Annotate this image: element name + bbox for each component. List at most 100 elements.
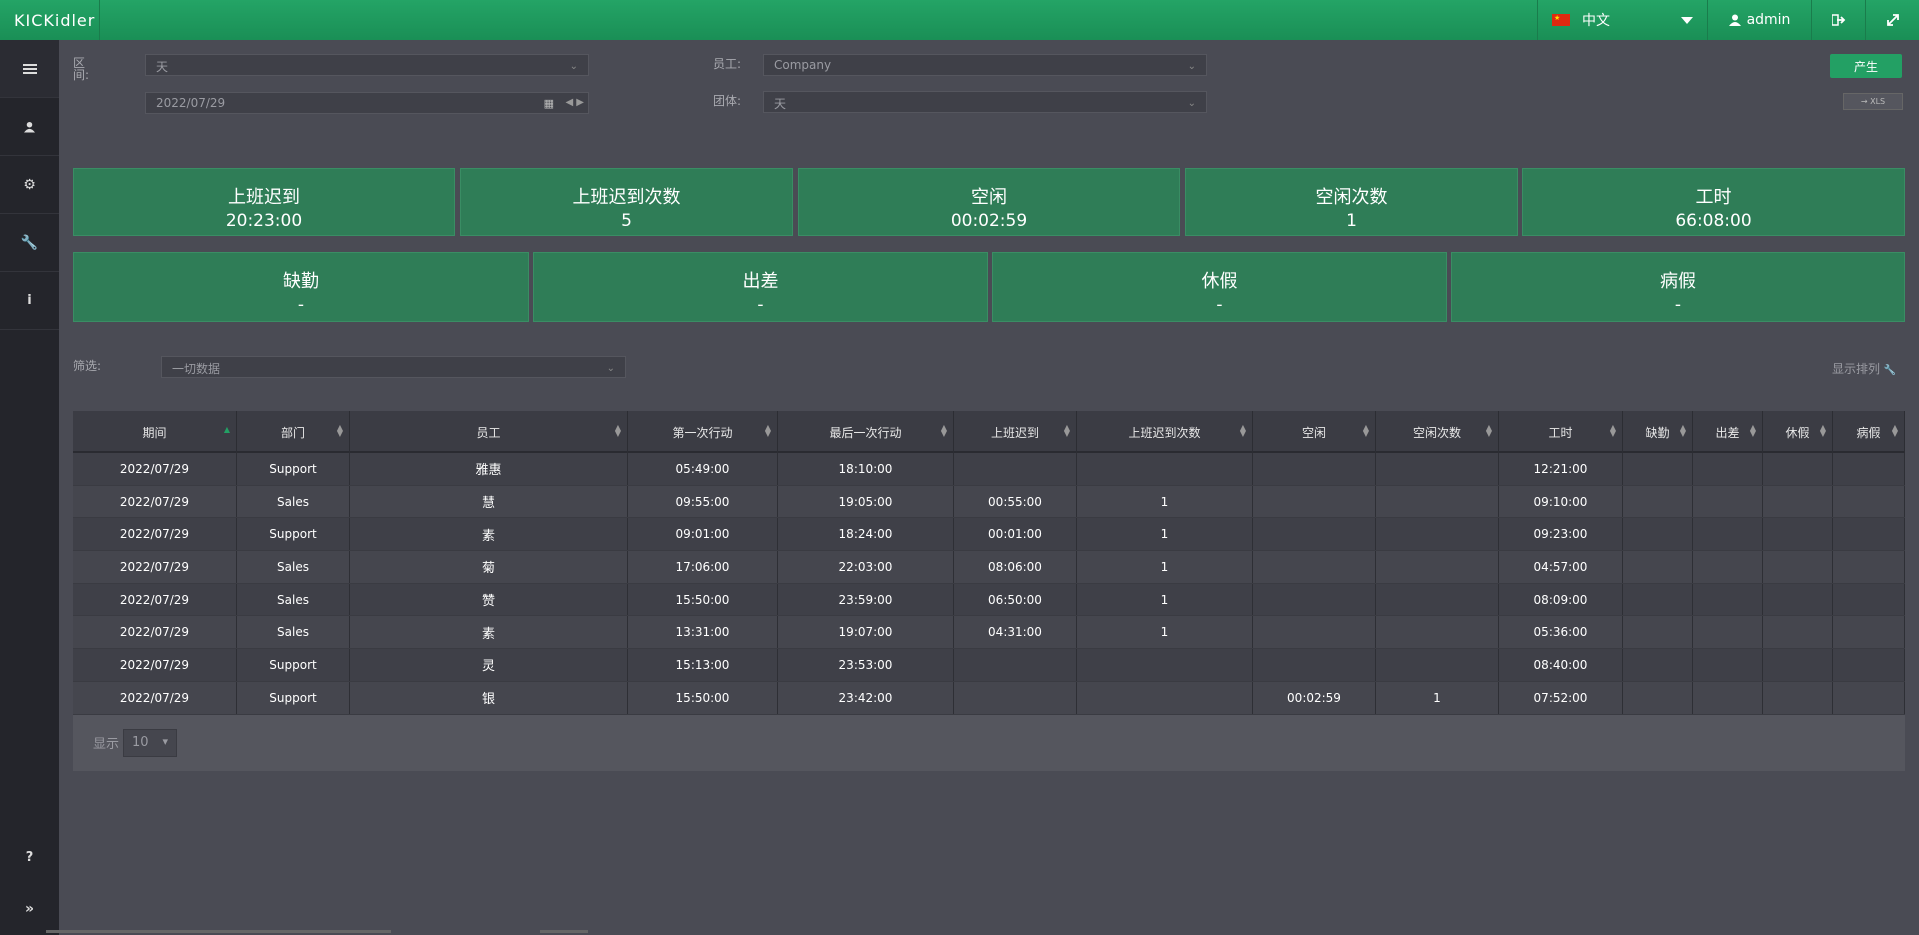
table-cell: 15:50:00: [628, 583, 778, 616]
date-value: 2022/07/29: [156, 96, 226, 110]
sort-icon: ▲ ▼: [1679, 423, 1686, 438]
table-cell: [1077, 681, 1253, 714]
column-header[interactable]: 上班迟到 ▲ ▼: [954, 411, 1077, 453]
table-cell: [1376, 583, 1499, 616]
column-header[interactable]: 缺勤 ▲ ▼: [1623, 411, 1693, 453]
export-xls-button[interactable]: → XLS: [1843, 93, 1903, 110]
column-header[interactable]: 期间 ▲: [73, 411, 237, 453]
table-header: 期间 ▲ 部门 ▲ ▼ 员工 ▲ ▼ 第一次行动 ▲ ▼ 最后一次行动 ▲ ▼ 上班迟到 ▲ ▼ 上班迟…: [73, 411, 1905, 453]
table-cell: [1763, 551, 1833, 583]
table-cell: 2022/07/29: [73, 616, 237, 649]
column-header[interactable]: 出差 ▲ ▼: [1693, 411, 1763, 453]
sidebar-item-settings[interactable]: ⚙: [0, 156, 59, 214]
table-cell: [1833, 453, 1905, 485]
date-nav-arrows-icon[interactable]: ◀ ▶: [565, 97, 584, 108]
language-selector[interactable]: 中文: [1537, 0, 1707, 40]
stat-card: 病假 -: [1451, 252, 1905, 322]
sidebar-item-info[interactable]: i: [0, 272, 59, 330]
group-select[interactable]: 天 ⌄: [763, 91, 1207, 113]
table-cell: 雅惠: [350, 453, 628, 485]
stat-title: 上班迟到次数: [572, 187, 681, 208]
date-input[interactable]: 2022/07/29 ▦ ◀ ▶: [145, 92, 589, 114]
table-cell: 08:40:00: [1499, 649, 1623, 681]
logo[interactable]: KICKidler: [0, 0, 94, 40]
column-header[interactable]: 空闲 ▲ ▼: [1253, 411, 1376, 453]
table-cell: [1693, 551, 1763, 583]
generate-button[interactable]: 产生: [1830, 54, 1902, 78]
table-cell: 17:06:00: [628, 551, 778, 583]
column-header[interactable]: 工时 ▲ ▼: [1499, 411, 1623, 453]
table-cell: 05:36:00: [1499, 616, 1623, 649]
table-cell: 00:55:00: [954, 485, 1077, 518]
column-header[interactable]: 空闲次数 ▲ ▼: [1376, 411, 1499, 453]
table-cell: 23:59:00: [778, 583, 954, 616]
table-cell: 1: [1077, 616, 1253, 649]
table-cell: [1623, 649, 1693, 681]
column-header-label: 员工: [476, 425, 501, 440]
table-cell: 09:10:00: [1499, 485, 1623, 518]
top-bar-actions: 中文 admin: [1537, 0, 1919, 40]
table-cell: 08:09:00: [1499, 583, 1623, 616]
top-bar: KICKidler 中文 admin: [0, 0, 1919, 40]
table-cell: [1763, 485, 1833, 518]
table-cell: 2022/07/29: [73, 551, 237, 583]
sidebar-item-users[interactable]: [0, 98, 59, 156]
stat-value: -: [1216, 295, 1223, 315]
column-header[interactable]: 部门 ▲ ▼: [237, 411, 350, 453]
fullscreen-button[interactable]: [1865, 0, 1919, 40]
data-filter-select[interactable]: 一切数据 ⌄: [161, 356, 626, 378]
list-icon: [22, 63, 37, 74]
page-size-select[interactable]: 10: [123, 728, 178, 757]
period-select[interactable]: 天 ⌄: [145, 54, 589, 76]
table-cell: 07:52:00: [1499, 681, 1623, 714]
employee-select[interactable]: Company ⌄: [763, 54, 1207, 76]
column-header[interactable]: 最后一次行动 ▲ ▼: [778, 411, 954, 453]
stat-card: 空闲次数 1: [1185, 168, 1518, 236]
column-header[interactable]: 病假 ▲ ▼: [1833, 411, 1905, 453]
group-value: 天: [774, 97, 787, 111]
table-row: 2022/07/29 Support 灵 15:13:00 23:53:00 08:40:…: [73, 649, 1905, 682]
sidebar-expand[interactable]: »: [0, 883, 59, 935]
table-cell: 00:01:00: [954, 518, 1077, 551]
calendar-icon[interactable]: ▦: [544, 97, 554, 110]
table-cell: 19:07:00: [778, 616, 954, 649]
sort-icon: ▲ ▼: [940, 423, 947, 438]
horizontal-scrollbar[interactable]: [46, 930, 391, 933]
stat-value: 1: [1346, 211, 1357, 231]
column-header[interactable]: 上班迟到次数 ▲ ▼: [1077, 411, 1253, 453]
table-cell: [954, 453, 1077, 485]
table-cell: 05:49:00: [628, 453, 778, 485]
stat-card: 休假 -: [992, 252, 1447, 322]
column-header-label: 出差: [1715, 425, 1740, 440]
table-cell: 银: [350, 681, 628, 714]
sidebar-item-tools[interactable]: 🔧: [0, 214, 59, 272]
table-cell: [1833, 681, 1905, 714]
period-value: 天: [156, 60, 169, 74]
wrench-icon: 🔧: [1883, 365, 1897, 376]
sort-ascending-icon: ▲: [223, 425, 230, 434]
stat-value: 20:23:00: [225, 211, 303, 231]
table-cell: [1253, 616, 1376, 649]
sidebar-bottom: ? »: [0, 831, 59, 935]
column-header[interactable]: 休假 ▲ ▼: [1763, 411, 1833, 453]
scrollbar-thumb[interactable]: [540, 930, 588, 933]
table-cell: [1623, 583, 1693, 616]
chevron-down-icon: ⌄: [569, 61, 578, 72]
column-header-label: 空闲: [1301, 425, 1326, 440]
table-cell: 18:24:00: [778, 518, 954, 551]
sort-icon: ▲ ▼: [614, 423, 621, 438]
sidebar-item-help[interactable]: ?: [0, 831, 59, 883]
stat-title: 病假: [1660, 271, 1696, 292]
logout-button[interactable]: [1811, 0, 1865, 40]
column-header[interactable]: 员工 ▲ ▼: [350, 411, 628, 453]
sort-icon: ▲ ▼: [1239, 423, 1246, 438]
show-columns-button[interactable]: 显示排列 🔧: [1832, 360, 1896, 377]
user-menu[interactable]: admin: [1707, 0, 1811, 40]
sidebar-item-menu[interactable]: [0, 40, 59, 98]
chevron-down-icon: ⌄: [1187, 61, 1196, 72]
sort-icon: ▲ ▼: [1749, 423, 1756, 438]
table-cell: [1253, 518, 1376, 551]
table-cell: 06:50:00: [954, 583, 1077, 616]
table-cell: [1833, 616, 1905, 649]
column-header[interactable]: 第一次行动 ▲ ▼: [628, 411, 778, 453]
